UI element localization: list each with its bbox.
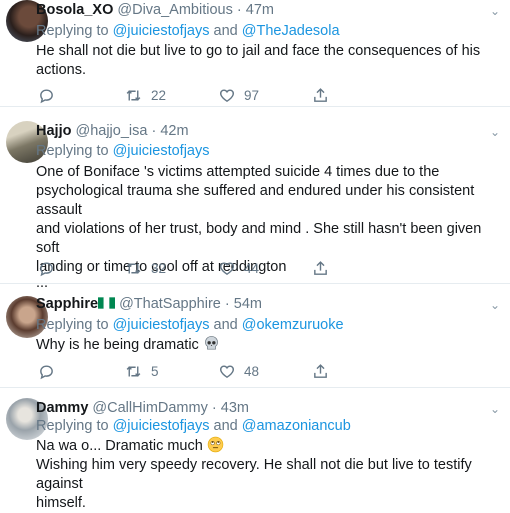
tweet-header: Dammy @CallHimDammy · 43m	[36, 398, 504, 418]
retweet-button[interactable]: 32	[124, 258, 166, 278]
like-button[interactable]: 48	[218, 361, 259, 381]
tweet-text: Na wa o... Dramatic much Wishing him ver…	[36, 436, 504, 513]
mention-link[interactable]: @okemzuruoke	[242, 317, 344, 333]
tweet-text: Why is he being dramatic	[36, 335, 504, 355]
share-button[interactable]	[312, 85, 329, 105]
mention-link[interactable]: @juiciestofjays	[113, 143, 210, 159]
timestamp[interactable]: 43m	[221, 400, 249, 416]
replying-prefix: Replying to	[36, 317, 109, 333]
reply-icon	[40, 88, 53, 103]
retweet-button[interactable]: 22	[124, 85, 166, 105]
like-count: 97	[244, 87, 260, 103]
tweet-actions: 32 44	[36, 258, 356, 278]
retweet-icon	[126, 262, 141, 274]
display-name[interactable]: Sapphire	[36, 296, 98, 312]
display-name[interactable]: Bosola_XO	[36, 2, 113, 18]
separator-dot: ·	[151, 123, 157, 139]
reply-button[interactable]	[38, 361, 55, 381]
mention-link[interactable]: @TheJadesola	[242, 23, 340, 39]
retweet-count: 22	[151, 87, 167, 103]
reply-joiner: and	[213, 317, 238, 333]
share-icon	[314, 363, 327, 378]
retweet-button[interactable]: 5	[124, 361, 159, 381]
chevron-down-icon[interactable]: ⌄	[490, 298, 500, 312]
chevron-down-icon[interactable]: ⌄	[490, 125, 500, 139]
separator-dot: ·	[236, 2, 242, 18]
reply-button[interactable]	[38, 258, 55, 278]
replying-prefix: Replying to	[36, 418, 109, 434]
reply-button[interactable]	[38, 85, 55, 105]
replying-to: Replying to @juiciestofjays and @okemzur…	[36, 316, 344, 335]
share-button[interactable]	[312, 258, 329, 278]
reply-joiner: and	[213, 418, 238, 434]
like-button[interactable]: 44	[218, 258, 259, 278]
replying-to: Replying to @juiciestofjays and @TheJade…	[36, 22, 340, 41]
tweet-text-line: himself.	[36, 495, 86, 511]
separator-dot: ·	[224, 296, 230, 312]
reply-joiner: and	[213, 23, 238, 39]
timestamp[interactable]: 47m	[246, 2, 274, 18]
tweet-header: Hajjo @hajjo_isa · 42m	[36, 121, 504, 141]
replying-to: Replying to @juiciestofjays and @amazoni…	[36, 417, 351, 436]
separator-dot: ·	[211, 400, 217, 416]
heart-icon	[220, 364, 234, 378]
tweet-text-line: Why is he being dramatic	[36, 337, 199, 353]
tweet-header: Bosola_XO @Diva_Ambitious · 47m	[36, 0, 504, 20]
replying-prefix: Replying to	[36, 23, 109, 39]
chevron-down-icon[interactable]: ⌄	[490, 4, 500, 18]
share-icon	[314, 87, 327, 102]
replying-to: Replying to @juiciestofjays	[36, 142, 210, 161]
user-handle[interactable]: @Diva_Ambitious	[117, 2, 232, 18]
tweet-actions: 5 48	[36, 361, 356, 381]
user-handle[interactable]: @CallHimDammy	[92, 400, 207, 416]
mention-link[interactable]: @juiciestofjays	[113, 317, 210, 333]
display-name[interactable]: Hajjo	[36, 123, 71, 139]
chevron-down-icon[interactable]: ⌄	[490, 402, 500, 416]
tweet-text-line: and violations of her trust, body and mi…	[36, 221, 482, 256]
timestamp[interactable]: 42m	[160, 123, 188, 139]
tweet-text-line: One of Boniface 's victims attempted sui…	[36, 164, 440, 180]
skull-emoji	[204, 336, 218, 350]
retweet-icon	[126, 89, 141, 101]
share-button[interactable]	[312, 361, 329, 381]
mention-link[interactable]: @juiciestofjays	[113, 418, 210, 434]
display-name[interactable]: Dammy	[36, 400, 88, 416]
retweet-count: 5	[151, 363, 159, 379]
share-icon	[314, 260, 327, 275]
replying-prefix: Replying to	[36, 143, 109, 159]
retweet-icon	[126, 365, 141, 377]
user-handle[interactable]: @hajjo_isa	[75, 123, 147, 139]
mention-link[interactable]: @juiciestofjays	[113, 23, 210, 39]
tweet-text-line: Na wa o... Dramatic much	[36, 438, 203, 454]
reply-icon	[40, 261, 53, 276]
tweet[interactable]: Bosola_XO @Diva_Ambitious · 47m ⌄ Replyi…	[0, 0, 510, 107]
heart-icon	[220, 88, 234, 102]
timestamp[interactable]: 54m	[234, 296, 262, 312]
tweet-text: He shall not die but live to go to jail …	[36, 42, 504, 80]
tweet-text-line: psychological trauma she suffered and en…	[36, 183, 475, 218]
user-handle[interactable]: @ThatSapphire	[119, 296, 221, 312]
tweet[interactable]: Sapphire @ThatSapphire · 54m ⌄ Replying …	[0, 284, 510, 388]
tweet[interactable]: Dammy @CallHimDammy · 43m ⌄ Replying to …	[0, 388, 510, 511]
tweet-text-line: Wishing him very speedy recovery. He sha…	[36, 457, 472, 492]
like-count: 48	[244, 363, 260, 379]
tweet-actions: 22 97	[36, 85, 356, 105]
tweet-text-line: He shall not die but live to go to jail …	[36, 43, 481, 59]
reply-icon	[40, 364, 53, 379]
heart-icon	[220, 261, 234, 275]
tweet[interactable]: Hajjo @hajjo_isa · 42m ⌄ Replying to @ju…	[0, 107, 510, 290]
retweet-count: 32	[151, 260, 167, 276]
tweet-text-line: actions.	[36, 62, 86, 78]
rolling-eyes-emoji	[207, 436, 224, 453]
like-button[interactable]: 97	[218, 85, 259, 105]
mention-link[interactable]: @amazoniancub	[242, 418, 351, 434]
nigeria-flag-emoji	[98, 297, 116, 309]
like-count: 44	[244, 260, 260, 276]
tweet-header: Sapphire @ThatSapphire · 54m	[36, 294, 504, 314]
